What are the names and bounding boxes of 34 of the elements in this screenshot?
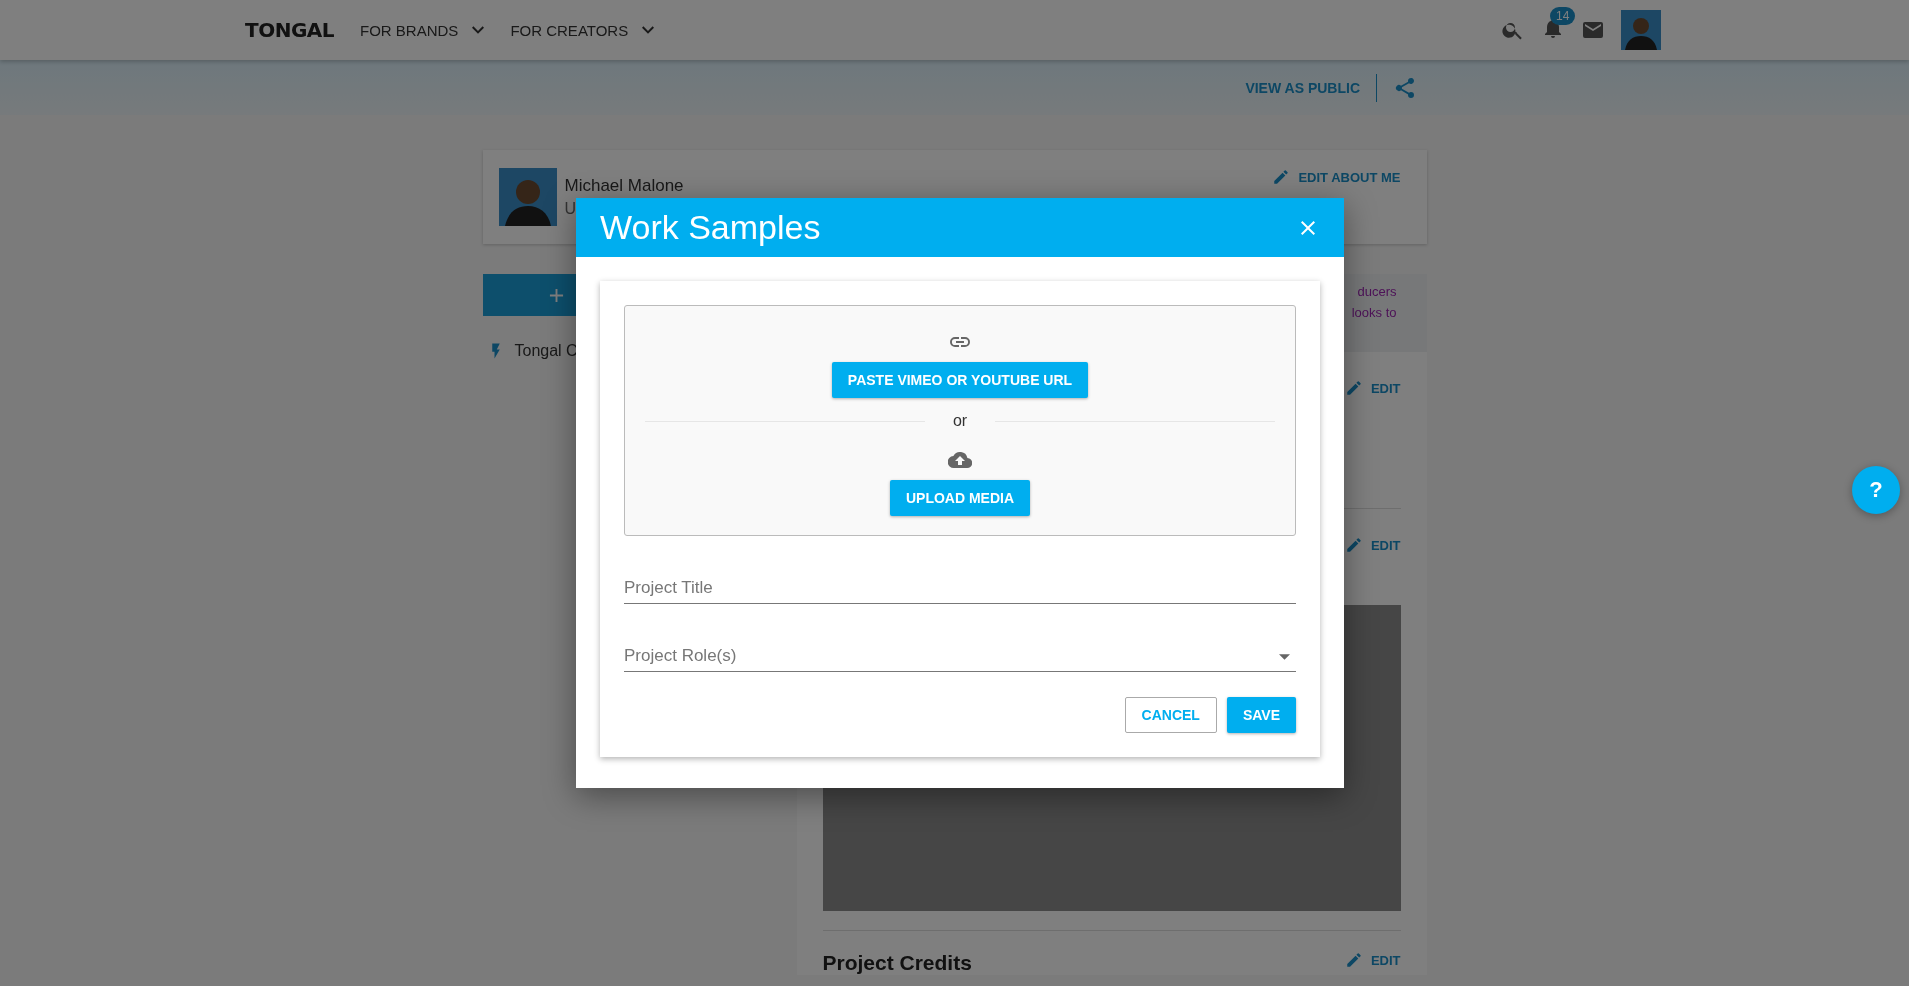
view-as-public-link[interactable]: VIEW AS PUBLIC: [1245, 79, 1360, 96]
project-title-field[interactable]: Project Title: [624, 573, 1296, 604]
pencil-icon: [1344, 536, 1363, 554]
edit-link[interactable]: EDIT: [1344, 379, 1401, 397]
logo[interactable]: TONGAL: [245, 18, 335, 42]
nav-menu-link[interactable]: FOR BRANDS: [360, 21, 485, 39]
paste-url-button[interactable]: PASTE VIMEO OR YOUTUBE URL: [831, 362, 1089, 398]
save-button[interactable]: SAVE: [1226, 697, 1296, 733]
help-button[interactable]: ?: [1852, 466, 1900, 514]
cancel-button[interactable]: CANCEL: [1124, 697, 1217, 733]
pencil-icon: [1344, 951, 1363, 969]
share-icon[interactable]: [1393, 75, 1417, 100]
edit-about-me-link[interactable]: EDIT ABOUT ME: [1272, 168, 1401, 186]
chevron-down-icon: [642, 26, 655, 34]
info-text-line: looks to: [1351, 305, 1397, 320]
edit-link[interactable]: EDIT: [1344, 536, 1401, 554]
avatar: [498, 168, 557, 226]
dialog-title: Work Samples: [600, 208, 821, 247]
project-roles-dropdown[interactable]: Project Role(s): [624, 641, 1296, 672]
pencil-icon: [1272, 168, 1291, 186]
or-divider-text: or: [952, 412, 968, 430]
notification-count-badge: 14: [1550, 7, 1576, 25]
pencil-icon: [1344, 379, 1363, 397]
caret-down-icon: [1279, 654, 1290, 660]
chevron-down-icon: [472, 26, 485, 34]
nav-menu-link[interactable]: FOR CREATORS: [510, 21, 655, 39]
profile-name: Michael Malone: [564, 176, 684, 196]
avatar[interactable]: [1621, 10, 1661, 50]
upload-media-button[interactable]: UPLOAD MEDIA: [889, 480, 1031, 516]
section-title: Project Credits: [822, 951, 972, 975]
info-text-line: ducers: [1357, 284, 1397, 299]
edit-link[interactable]: EDIT: [1344, 951, 1401, 969]
profile-subtitle: U: [564, 200, 577, 218]
plus-icon: [548, 287, 564, 303]
